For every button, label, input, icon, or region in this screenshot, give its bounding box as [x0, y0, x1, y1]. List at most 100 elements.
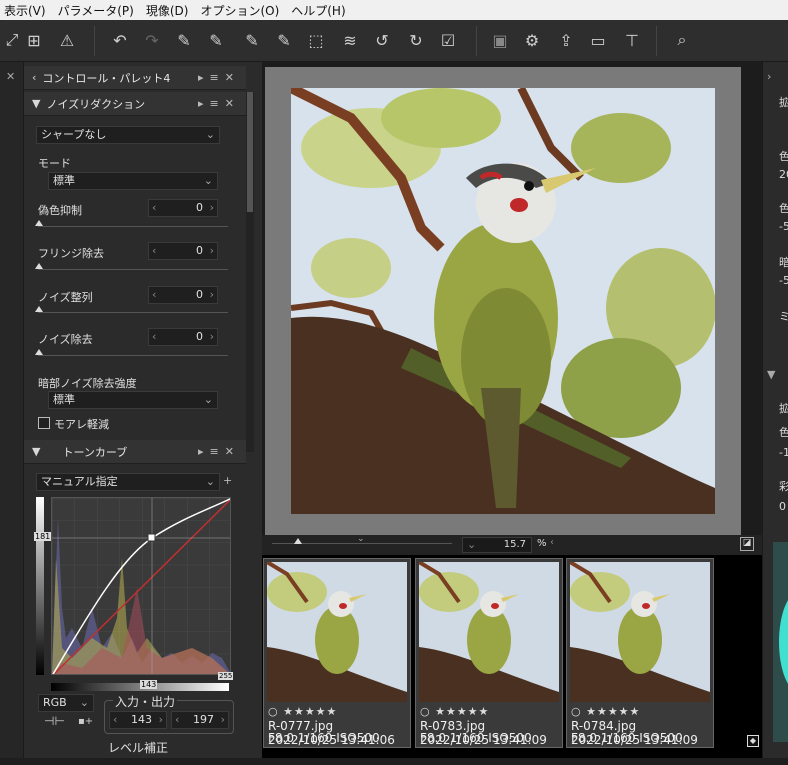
fit-icon[interactable]: ◪ [740, 537, 754, 551]
sharpen-preset-select[interactable]: シャープなし ⌄ [36, 126, 220, 144]
output-spinner[interactable]: ‹ 197 › [171, 711, 229, 729]
fringe-slider[interactable] [35, 263, 228, 270]
input-spinner[interactable]: ‹ 143 › [109, 711, 167, 729]
menu-help[interactable]: ヘルプ(H) [287, 2, 353, 19]
right-value: -1 [779, 446, 788, 459]
moire-checkbox[interactable] [38, 417, 50, 429]
mode-select[interactable]: 標準 ⌄ [48, 172, 218, 190]
right-label: 色 [779, 426, 788, 439]
settings-icon[interactable]: ⚙ [520, 28, 544, 52]
noise-remove-slider[interactable] [35, 349, 228, 356]
panel-scrollbar[interactable] [246, 92, 254, 452]
check-icon[interactable]: ☑ [436, 28, 460, 52]
status-bar [0, 758, 788, 765]
menu-view[interactable]: 表示(V) [0, 2, 54, 19]
panel-menu-icon[interactable]: ▸≡✕ [198, 445, 240, 458]
white-picker-icon[interactable]: ✎ [272, 28, 296, 52]
noise-align-slider[interactable] [35, 306, 228, 313]
zoom-input[interactable]: ⌄ 15.7 [462, 537, 532, 553]
filmstrip-thumb-1[interactable]: ○ ★★★★★ R-0777.jpg 2022/10/25 13:41:06 [263, 558, 411, 748]
batch-icon[interactable]: ▣ [488, 28, 512, 52]
fringe-spinner[interactable]: ‹ 0 › [148, 242, 218, 260]
zoom-step-icon[interactable]: ‹ [550, 537, 554, 548]
add-point-small-icon[interactable]: ▪+ [78, 716, 93, 727]
wb-picker-icon[interactable]: ✎ [172, 28, 196, 52]
curve-mode-select[interactable]: マニュアル指定 ⌄ [36, 473, 220, 491]
input-output-group: 入力・出力 ‹ 143 › ‹ 197 › [104, 693, 234, 734]
level-correction-label: レベル補正 [108, 741, 169, 755]
noise-align-label: ノイズ整列 [38, 291, 93, 304]
tone-curve-header[interactable]: ▼ トーンカーブ ▸≡✕ [24, 440, 246, 464]
layers-icon[interactable]: ≋ [338, 28, 362, 52]
link-points-icon[interactable]: ⊣⊢ [44, 714, 65, 728]
panel-menu-icon[interactable]: ▸≡✕ [198, 71, 240, 84]
noise-align-spinner[interactable]: ‹ 0 › [148, 286, 218, 304]
output-gradient [36, 497, 44, 675]
redo-icon[interactable]: ↷ [140, 28, 164, 52]
color-wheel-preview[interactable] [773, 542, 788, 742]
expand-icon[interactable]: ⤢ [0, 28, 24, 52]
menu-bar: 表示(V) パラメータ(P) 現像(D) オプション(O) ヘルプ(H) [0, 0, 788, 20]
gray-picker-icon[interactable]: ✎ [204, 28, 228, 52]
grid-icon[interactable]: ⊞ [22, 28, 46, 52]
undo-icon[interactable]: ↶ [108, 28, 132, 52]
warning-icon[interactable]: ⚠ [55, 28, 79, 52]
menu-options[interactable]: オプション(O) [196, 2, 287, 19]
rating-stars[interactable]: ○ ★★★★★ [420, 705, 489, 718]
rotate-left-icon[interactable]: ↺ [370, 28, 394, 52]
preview-photo[interactable] [291, 88, 715, 514]
expand-triangle-icon[interactable]: ▼ [32, 97, 40, 110]
dark-noise-label: 暗部ノイズ除去強度 [38, 377, 137, 390]
monitor-icon[interactable]: ▭ [586, 28, 610, 52]
expand-triangle-icon[interactable]: ▼ [32, 445, 40, 458]
expand-chevron-icon[interactable]: › [767, 70, 771, 83]
collapse-chevron-icon[interactable]: ‹ [32, 71, 36, 84]
right-value: 20 [779, 168, 788, 181]
mode-label: モード [38, 157, 71, 170]
right-label: 色 [779, 150, 788, 163]
thumb-photo [570, 562, 710, 702]
close-icon[interactable]: ✕ [6, 70, 15, 83]
crop-icon[interactable]: ⬚ [304, 28, 328, 52]
filmstrip-toggle-icon[interactable]: ◆ [747, 735, 759, 747]
add-point-icon[interactable]: + [223, 474, 232, 487]
fringe-label: フリンジ除去 [38, 247, 104, 260]
export-icon[interactable]: ⇪ [554, 28, 578, 52]
menu-parameter[interactable]: パラメータ(P) [54, 2, 142, 19]
rating-stars[interactable]: ○ ★★★★★ [268, 705, 337, 718]
right-value: 0 [779, 500, 786, 513]
noise-reduction-header[interactable]: ▼ ノイズリダクション ▸≡✕ [24, 92, 246, 116]
rating-stars[interactable]: ○ ★★★★★ [571, 705, 640, 718]
dark-noise-select[interactable]: 標準 ⌄ [48, 391, 218, 409]
toolbar: ⤢ ⊞ ⚠ ↶ ↷ ✎ ✎ ✎ ✎ ⬚ ≋ ↺ ↻ ☑ ▣ ⚙ ⇪ ▭ ⊤ ⌕ [0, 20, 788, 62]
expand-triangle-icon[interactable]: ▼ [767, 368, 775, 381]
right-value: -5 [779, 274, 788, 287]
false-color-slider[interactable] [35, 220, 228, 227]
zoom-icon[interactable]: ⌕ [670, 28, 694, 52]
zoom-bar: ⌄ ⌄ 15.7 % ‹ ◪ [262, 534, 762, 555]
rotate-right-icon[interactable]: ↻ [404, 28, 428, 52]
zoom-chevron-icon[interactable]: ⌄ [357, 534, 365, 544]
tone-curve-title: トーンカーブ [62, 445, 128, 459]
right-label: 拡 [779, 402, 788, 415]
noise-remove-spinner[interactable]: ‹ 0 › [148, 328, 218, 346]
left-collapse-strip: ✕ [0, 62, 24, 762]
right-value: -5 [779, 220, 788, 233]
tone-curve-graph[interactable] [51, 497, 231, 675]
channel-select[interactable]: RGB ⌄ [38, 694, 94, 712]
control-palette-header[interactable]: ‹ コントロール・パレット4 ▸≡✕ [24, 66, 246, 90]
right-panel: › 拡 色 20 色 -5 暗 -5 ミ ▼ 拡 色 -1 彩 0 [762, 62, 788, 762]
menu-develop[interactable]: 現像(D) [142, 2, 197, 19]
right-label: ミ [779, 310, 788, 323]
black-picker-icon[interactable]: ✎ [240, 28, 264, 52]
right-label: 色 [779, 202, 788, 215]
filmstrip-thumb-3[interactable]: ○ ★★★★★ R-0784.jpg 2022/10/25 13:41:09 [566, 558, 714, 748]
axis-left-value: 181 [34, 532, 52, 541]
false-color-label: 偽色抑制 [38, 204, 82, 217]
moire-label: モアレ軽減 [54, 418, 109, 431]
tool-icon[interactable]: ⊤ [620, 28, 644, 52]
false-color-spinner[interactable]: ‹ 0 › [148, 199, 218, 217]
axis-bottom-mid-value: 143 [140, 680, 158, 689]
panel-menu-icon[interactable]: ▸≡✕ [198, 97, 240, 110]
filmstrip-thumb-2[interactable]: ○ ★★★★★ R-0783.jpg 2022/10/25 13:41:09 [415, 558, 563, 748]
